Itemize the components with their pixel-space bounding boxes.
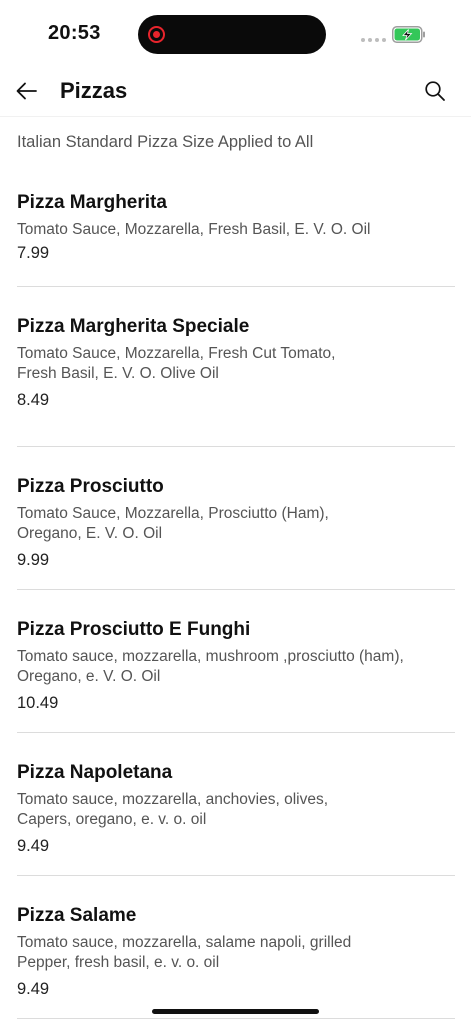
item-description: Tomato Sauce, Mozzarella, Fresh Cut Toma…: [17, 345, 336, 382]
home-indicator[interactable]: [152, 1009, 319, 1014]
search-icon[interactable]: [424, 80, 446, 102]
item-price: 9.99: [17, 551, 50, 569]
item-description: Tomato Sauce, Mozzarella, Prosciutto (Ha…: [17, 505, 329, 542]
size-note: Italian Standard Pizza Size Applied to A…: [17, 133, 314, 151]
item-name: Pizza Napoletana: [17, 762, 173, 783]
item-price: 8.49: [17, 391, 50, 409]
item-name: Pizza Salame: [17, 905, 137, 926]
item-description: Tomato sauce, mozzarella, anchovies, oli…: [17, 791, 329, 828]
signal-icon: [361, 38, 386, 42]
item-price: 10.49: [17, 694, 59, 712]
menu-item[interactable]: Pizza Prosciutto E Funghi Tomato sauce, …: [17, 607, 455, 733]
item-name: Pizza Margherita: [17, 192, 167, 213]
menu-item[interactable]: Pizza Margherita Speciale Tomato Sauce, …: [17, 304, 455, 447]
item-description: Tomato sauce, mozzarella, salame napoli,…: [17, 934, 352, 971]
item-price: 9.49: [17, 980, 50, 998]
battery-charging-icon: [392, 26, 425, 43]
menu-list: Pizza Margherita Tomato Sauce, Mozzarell…: [17, 180, 455, 1019]
item-price: 9.49: [17, 837, 50, 855]
back-arrow-icon[interactable]: [14, 78, 40, 104]
item-name: Pizza Prosciutto: [17, 476, 164, 497]
menu-item[interactable]: Pizza Margherita Tomato Sauce, Mozzarell…: [17, 180, 455, 287]
app-header: Pizzas: [0, 70, 471, 117]
dynamic-island: [138, 15, 326, 54]
item-name: Pizza Prosciutto E Funghi: [17, 619, 251, 640]
screen-recording-icon: [148, 26, 165, 43]
menu-item[interactable]: Pizza Napoletana Tomato sauce, mozzarell…: [17, 750, 455, 876]
item-name: Pizza Margherita Speciale: [17, 316, 250, 337]
page-title: Pizzas: [60, 78, 128, 103]
item-price: 7.99: [17, 244, 50, 262]
status-time: 20:53: [48, 22, 101, 44]
item-description: Tomato sauce, mozzarella, mushroom ,pros…: [17, 648, 404, 685]
item-description: Tomato Sauce, Mozzarella, Fresh Basil, E…: [17, 221, 371, 238]
status-bar: 20:53: [0, 0, 471, 70]
menu-item[interactable]: Pizza Salame Tomato sauce, mozzarella, s…: [17, 893, 455, 1019]
menu-item[interactable]: Pizza Prosciutto Tomato Sauce, Mozzarell…: [17, 464, 455, 590]
